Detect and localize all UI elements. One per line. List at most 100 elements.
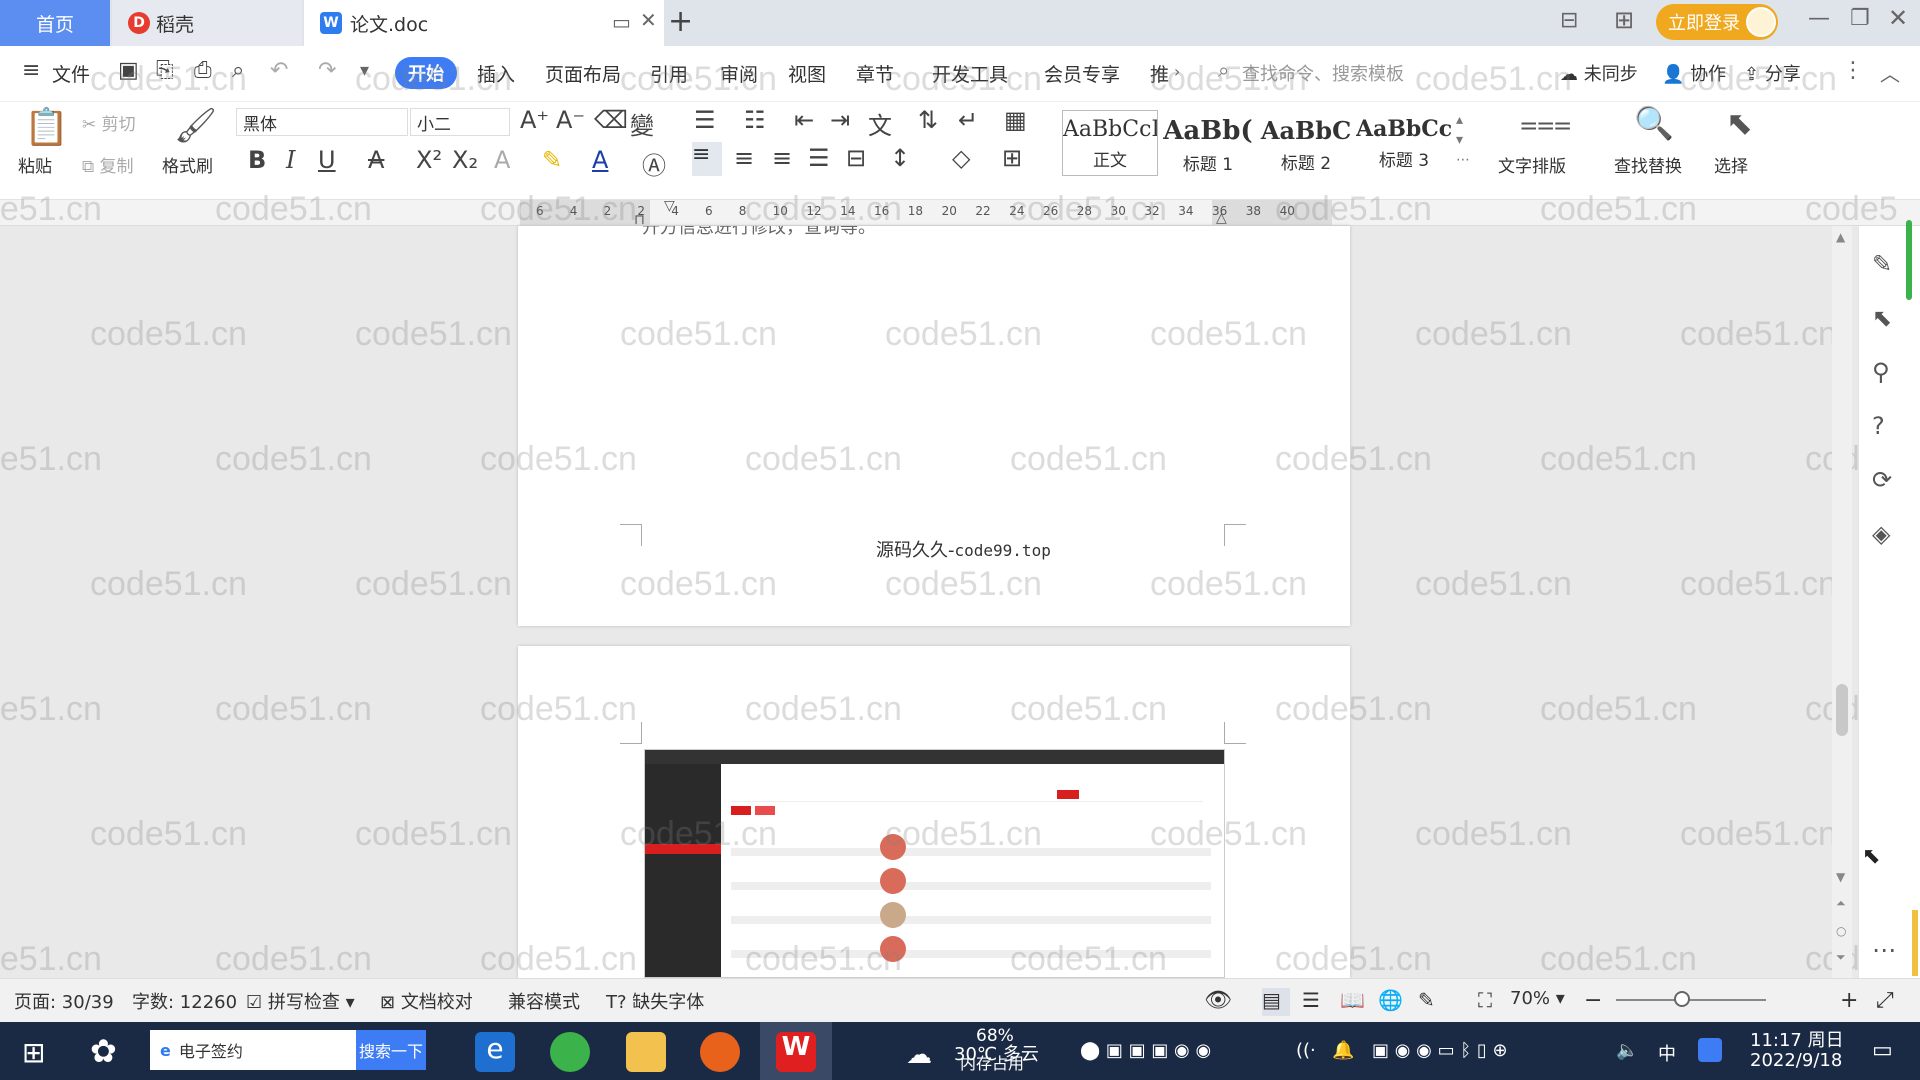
text-layout-button[interactable]: 文字排版 <box>1498 152 1566 177</box>
menu-page-layout[interactable]: 页面布局 <box>545 60 621 87</box>
media-player-icon[interactable] <box>700 1032 740 1072</box>
page-view-icon[interactable]: ▤ <box>1262 988 1290 1016</box>
shading-icon[interactable]: ◇ <box>952 144 970 172</box>
style-heading-1[interactable]: AaBb(标题 1 <box>1160 110 1256 176</box>
decrease-indent-icon[interactable]: ⇤ <box>794 106 814 134</box>
ime-indicator[interactable]: 中 <box>1658 1040 1676 1066</box>
format-painter-icon[interactable]: 🖌 <box>174 106 217 146</box>
pen-edit-icon[interactable]: ✎ <box>1872 250 1892 278</box>
select-pointer-icon[interactable]: ⬉ <box>1872 304 1892 332</box>
align-center-icon[interactable]: ≡ <box>734 144 754 172</box>
taskbar-search-input[interactable]: e 电子签约 <box>150 1030 356 1070</box>
tab-daoke[interactable]: D 稻壳 <box>112 0 302 46</box>
close-tab-icon[interactable]: ✕ <box>640 8 657 32</box>
fullscreen-icon[interactable]: ⤢ <box>1876 988 1894 1013</box>
subscript-icon[interactable]: X₂ <box>452 146 478 174</box>
find-replace-icon[interactable]: 🔍 <box>1634 104 1674 142</box>
next-page-icon[interactable]: ⏷ <box>1836 950 1846 965</box>
assistant-icon[interactable]: ✿ <box>90 1032 117 1070</box>
select-button[interactable]: 选择 <box>1714 152 1748 177</box>
tab-document[interactable]: W 论文.doc ▭ ✕ <box>304 0 664 46</box>
shrink-font-icon[interactable]: A⁻ <box>556 106 585 134</box>
strikethrough-icon[interactable]: A <box>368 146 384 174</box>
input-method-icon[interactable] <box>1698 1038 1722 1062</box>
missing-font-button[interactable]: T? 缺失字体 <box>606 988 704 1014</box>
eye-protect-icon[interactable]: 👁 <box>1204 988 1232 1013</box>
distribute-icon[interactable]: ⊟ <box>846 144 866 172</box>
format-painter-button[interactable]: 格式刷 <box>162 152 213 177</box>
paste-icon[interactable]: 📋 <box>24 106 69 148</box>
styles-scroll-icon[interactable]: ▴ ▾ ⋯ <box>1456 110 1470 170</box>
word-count[interactable]: 字数: 12260 <box>132 988 237 1014</box>
tray-app-icons[interactable]: ⬤ ▣ ▣ ▣ ◉ ◉ <box>1080 1040 1211 1061</box>
volume-icon[interactable]: 🔈 <box>1616 1040 1638 1061</box>
proofread-button[interactable]: ⊠ 文档校对 <box>380 988 473 1014</box>
font-name-select[interactable]: 黑体 <box>236 108 408 136</box>
chinese-layout-icon[interactable]: 文 <box>868 106 892 141</box>
clear-format-icon[interactable]: ⌫ <box>594 106 628 134</box>
font-size-select[interactable]: 小二 <box>410 108 510 136</box>
find-replace-button[interactable]: 查找替换 <box>1614 152 1682 177</box>
char-border-icon[interactable]: Ⓐ <box>642 146 666 181</box>
first-line-indent-marker[interactable]: ▽ <box>664 198 675 214</box>
zoom-out-icon[interactable]: − <box>1584 988 1602 1013</box>
prev-page-icon[interactable]: ⏶ <box>1836 896 1846 911</box>
menu-file[interactable]: 文件 <box>52 60 90 87</box>
italic-icon[interactable]: I <box>286 146 295 174</box>
align-left-icon[interactable]: ≡ <box>692 142 722 176</box>
phonetic-guide-icon[interactable]: 變 <box>630 106 654 141</box>
help-icon[interactable]: ? <box>1872 412 1885 440</box>
wps-icon[interactable]: W <box>776 1032 816 1072</box>
write-mode-icon[interactable]: ✎ <box>1418 988 1435 1012</box>
zoom-slider-thumb[interactable] <box>1674 991 1690 1007</box>
grow-font-icon[interactable]: A⁺ <box>520 106 549 134</box>
style-heading-2[interactable]: AaBbC 标题 2 <box>1258 110 1354 176</box>
justify-icon[interactable]: ☰ <box>808 144 830 172</box>
more-options-icon[interactable]: ⋮ <box>1842 58 1864 83</box>
file-explorer-icon[interactable] <box>626 1032 666 1072</box>
action-center-icon[interactable]: ▭ <box>1872 1038 1893 1063</box>
notification-bell-icon[interactable]: 🔔 <box>1332 1040 1354 1061</box>
backup-icon[interactable]: ⟳ <box>1872 466 1892 494</box>
spellcheck-button[interactable]: ☑ 拼写检查 ▾ <box>246 988 355 1014</box>
hamburger-menu-icon[interactable]: ≡ <box>22 58 40 83</box>
reading-view-icon[interactable]: 📖 <box>1340 988 1365 1012</box>
minimize-icon[interactable]: — <box>1808 6 1830 31</box>
scroll-up-icon[interactable]: ▲ <box>1836 230 1845 244</box>
bold-icon[interactable]: B <box>248 146 266 174</box>
zoom-slider-track[interactable] <box>1616 999 1766 1001</box>
undo-icon[interactable]: ↶ <box>270 58 288 83</box>
diamond-icon[interactable]: ◈ <box>1872 520 1890 548</box>
redo-icon[interactable]: ↷ <box>318 58 336 83</box>
right-indent-marker[interactable]: △ <box>1216 210 1227 226</box>
sort-icon[interactable]: ⇅ <box>918 106 938 134</box>
style-heading-3[interactable]: AaBbCcl 标题 3 <box>1356 110 1452 176</box>
select-cursor-icon[interactable]: ⬉ <box>1726 104 1753 142</box>
more-panel-icon[interactable]: ⋯ <box>1872 936 1896 964</box>
layout-toggle-icon[interactable]: ⊟ <box>1560 8 1578 33</box>
collapse-ribbon-icon[interactable]: ︿ <box>1880 58 1900 87</box>
close-window-icon[interactable]: ✕ <box>1888 4 1908 32</box>
scroll-down-icon[interactable]: ▼ <box>1836 870 1845 884</box>
login-button[interactable]: 立即登录 <box>1656 4 1778 40</box>
outline-view-icon[interactable]: ☰ <box>1302 988 1320 1012</box>
restore-icon[interactable]: ❐ <box>1850 6 1870 31</box>
font-color-icon[interactable]: A <box>592 146 608 174</box>
select-browse-icon[interactable]: ○ <box>1836 924 1846 938</box>
tab-home[interactable]: 首页 <box>0 0 110 46</box>
wifi-icon[interactable]: ((· <box>1296 1040 1316 1061</box>
numbered-list-icon[interactable]: ☷ <box>744 106 766 134</box>
increase-indent-icon[interactable]: ⇥ <box>830 106 850 134</box>
zoom-level[interactable]: 70% ▾ <box>1510 988 1565 1009</box>
copy-button[interactable]: ⧉ 复制 <box>82 152 134 177</box>
browser-360-icon[interactable] <box>550 1032 590 1072</box>
underline-icon[interactable]: U <box>318 146 336 174</box>
web-view-icon[interactable]: 🌐 <box>1378 988 1403 1012</box>
superscript-icon[interactable]: X² <box>416 146 442 174</box>
text-effect-icon[interactable]: A <box>494 146 510 174</box>
ruler-toggle-icon[interactable]: ▦ <box>1004 106 1027 134</box>
line-spacing-icon[interactable]: ↕ <box>890 144 910 172</box>
fit-page-icon[interactable]: ⛶ <box>1478 988 1492 1012</box>
taskbar-search-button[interactable]: 搜索一下 <box>356 1030 426 1070</box>
apps-grid-icon[interactable]: ⊞ <box>1614 6 1634 34</box>
